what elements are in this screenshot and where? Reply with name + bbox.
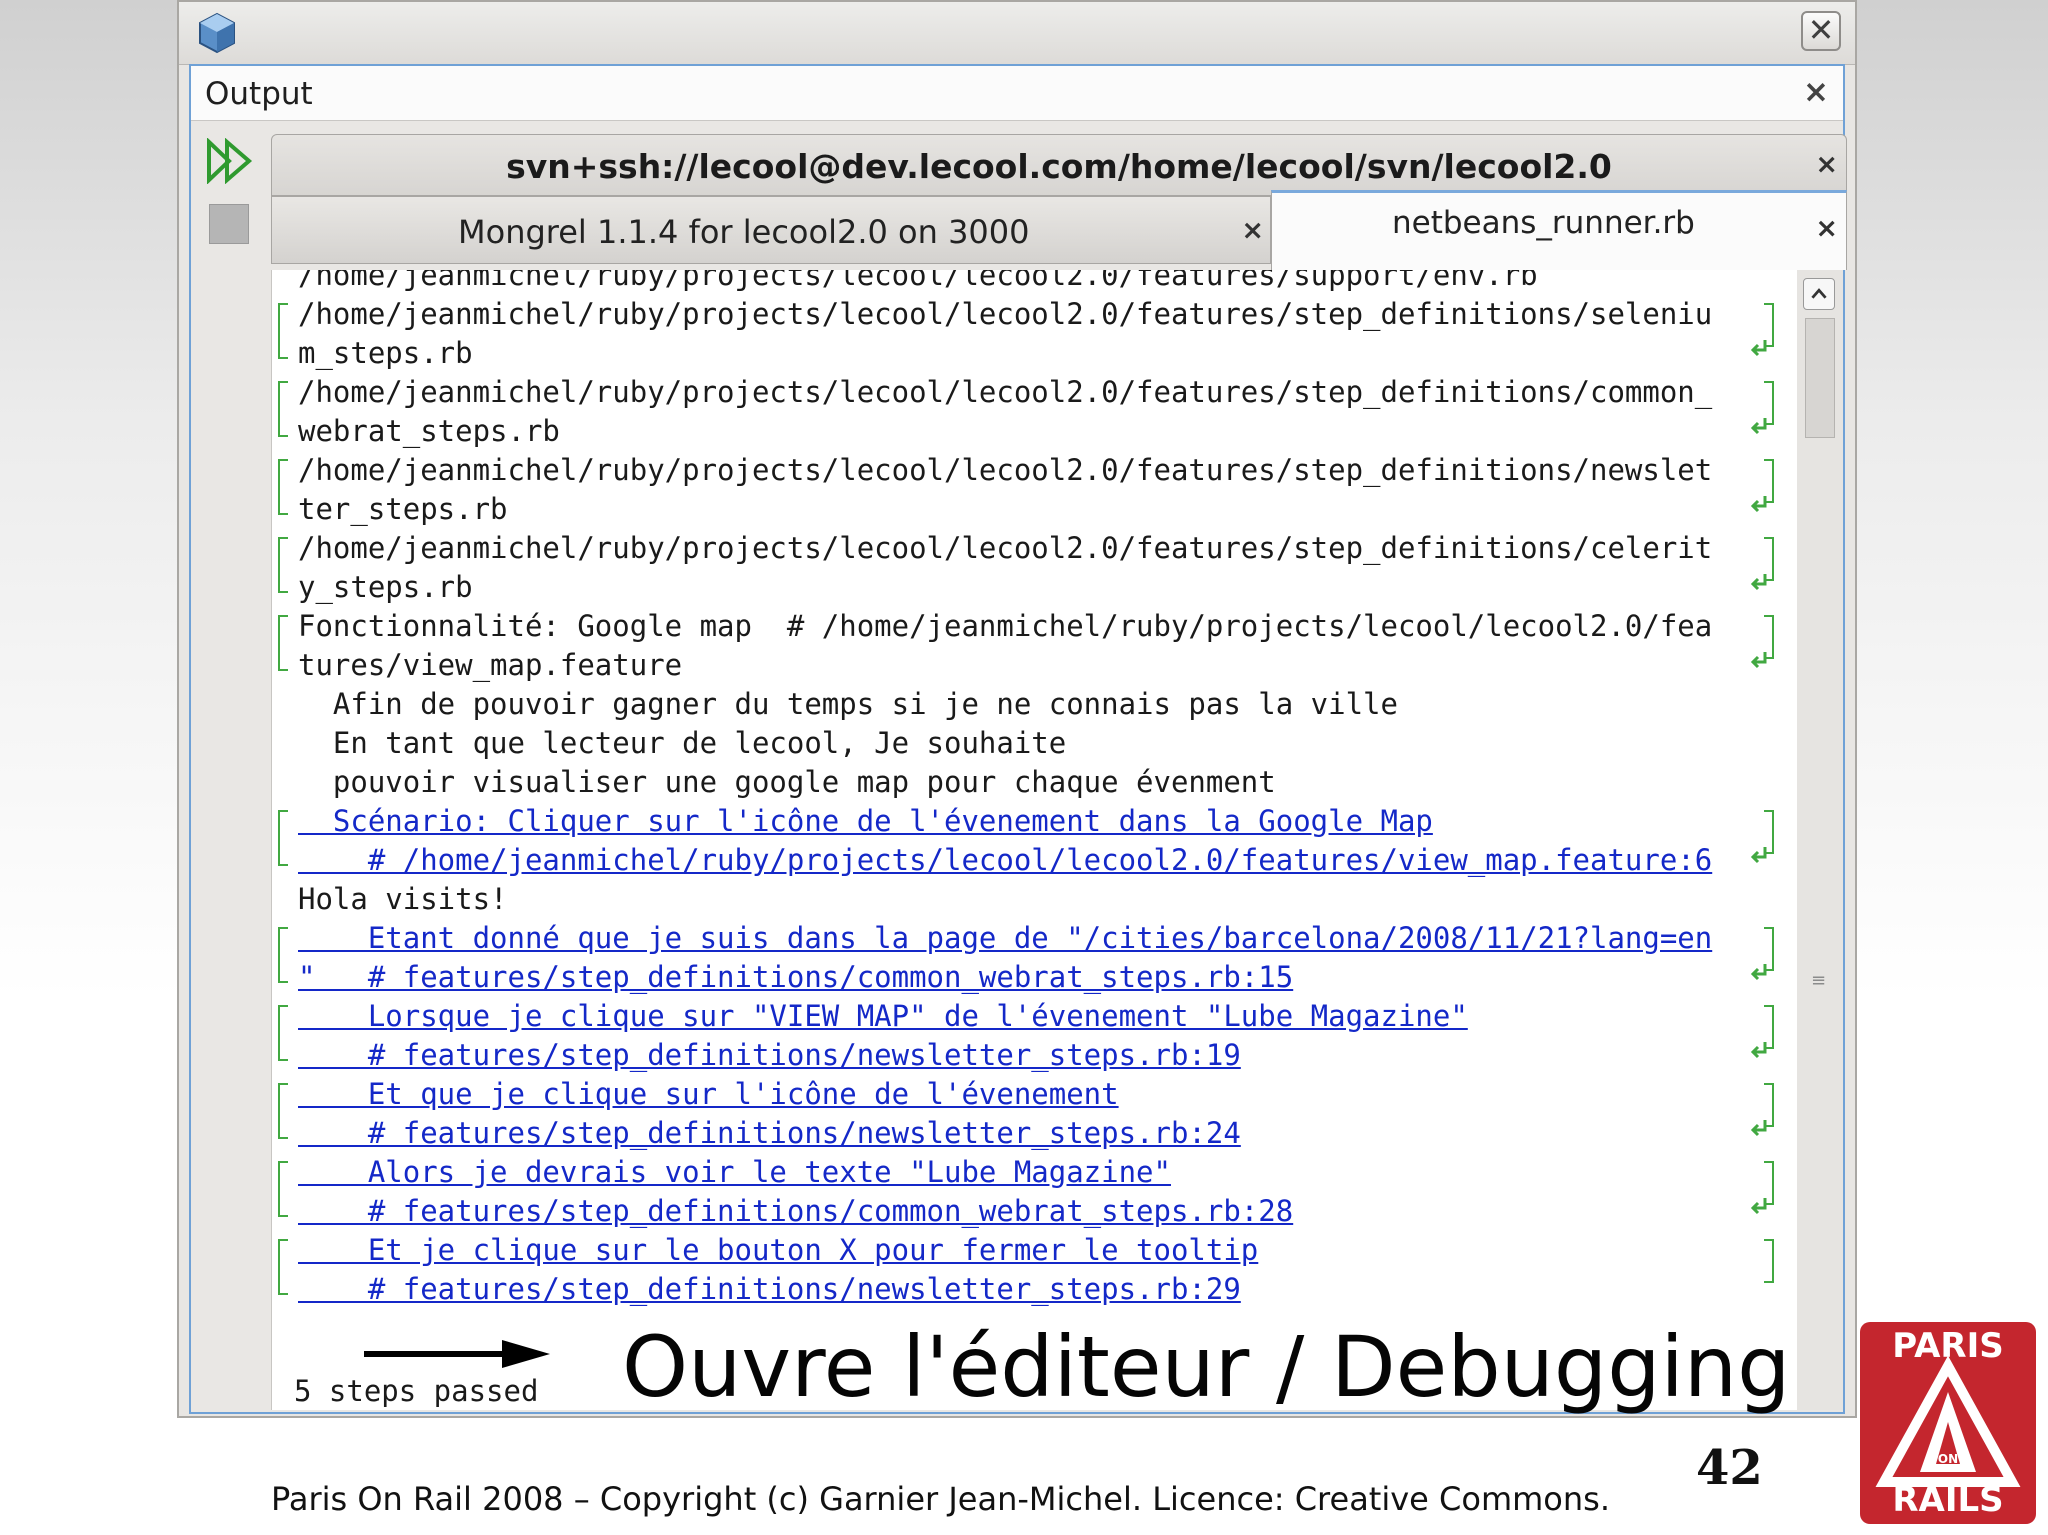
output-console[interactable]: /home/jeanmichel/ruby/projects/lecool/le… xyxy=(271,270,1798,1410)
tab-mongrel[interactable]: Mongrel 1.1.4 for lecool2.0 on 3000 × xyxy=(271,196,1271,264)
output-scrollbar[interactable]: ≡ xyxy=(1797,270,1843,1410)
output-link-line[interactable]: Lorsque je clique sur "VIEW MAP" de l'év… xyxy=(298,997,1468,1036)
wrap-bracket xyxy=(278,537,288,593)
wrap-bracket xyxy=(278,615,288,671)
output-line: Hola visits! xyxy=(298,882,508,916)
panel-title: Output xyxy=(205,76,313,112)
wrap-arrow-icon xyxy=(1750,340,1767,357)
steps-passed-summary: 5 steps passed xyxy=(294,1374,539,1408)
panel-close-button[interactable]: × xyxy=(1803,74,1829,110)
output-link-line[interactable]: Etant donné que je suis dans la page de … xyxy=(298,919,1712,958)
output-tabs: svn+ssh://lecool@dev.lecool.com/home/lec… xyxy=(271,134,1847,270)
output-link-line[interactable]: Et que je clique sur l'icône de l'évenem… xyxy=(298,1075,1119,1114)
wrap-bracket xyxy=(278,1239,288,1295)
ide-window: ✕ Output × svn+ssh://lecool@dev.lecool.c… xyxy=(177,0,1857,1418)
slide-headline: Ouvre l'éditeur / Debugging xyxy=(622,1318,1791,1416)
output-line: En tant que lecteur de lecool, Je souhai… xyxy=(298,726,1067,760)
output-link-line[interactable]: # features/step_definitions/common_webra… xyxy=(298,1192,1293,1231)
output-link-line[interactable]: " # features/step_definitions/common_web… xyxy=(298,958,1293,997)
output-toolbar xyxy=(191,122,275,1412)
slide-copyright: Paris On Rail 2008 – Copyright (c) Garni… xyxy=(271,1480,1610,1518)
output-line: y_steps.rb xyxy=(298,570,473,604)
tab-mongrel-label: Mongrel 1.1.4 for lecool2.0 on 3000 xyxy=(458,213,1030,251)
output-line: Afin de pouvoir gagner du temps si je ne… xyxy=(298,687,1398,721)
output-line: /home/jeanmichel/ruby/projects/lecool/le… xyxy=(298,375,1713,409)
scroll-thumb[interactable] xyxy=(1805,318,1835,438)
logo-middle-text: ON xyxy=(1937,1452,1959,1466)
wrap-bracket xyxy=(278,381,288,437)
wrap-arrow-icon xyxy=(1750,496,1767,513)
output-link-line[interactable]: Alors je devrais voir le texte "Lube Mag… xyxy=(298,1153,1171,1192)
wrap-bracket xyxy=(278,1161,288,1217)
wrap-arrow-icon xyxy=(1750,574,1767,591)
output-line: /home/jeanmichel/ruby/projects/lecool/le… xyxy=(298,270,1538,292)
tab-svn-close-button[interactable]: × xyxy=(1815,149,1838,180)
output-link-line[interactable]: # /home/jeanmichel/ruby/projects/lecool/… xyxy=(298,841,1712,880)
output-link-line[interactable]: Et je clique sur le bouton X pour fermer… xyxy=(298,1231,1258,1270)
output-panel: Output × svn+ssh://lecool@dev.lecool.com… xyxy=(189,64,1847,1414)
tab-netbeans-close-button[interactable]: × xyxy=(1815,213,1838,244)
wrap-arrow-icon xyxy=(1750,652,1767,669)
wrap-arrow-icon xyxy=(1750,418,1767,435)
arrow-right-icon xyxy=(364,1340,550,1368)
stop-icon[interactable] xyxy=(209,204,249,244)
output-link-line[interactable]: # features/step_definitions/newsletter_s… xyxy=(298,1036,1241,1075)
wrap-bracket xyxy=(278,1005,288,1061)
wrap-arrow-icon xyxy=(1750,964,1767,981)
wrap-arrow-icon xyxy=(1750,1198,1767,1215)
window-close-button[interactable]: ✕ xyxy=(1801,11,1841,51)
output-line: Fonctionnalité: Google map # /home/jeanm… xyxy=(298,609,1713,643)
logo-bottom-text: RAILS xyxy=(1892,1480,2004,1520)
slide-number: 42 xyxy=(1696,1440,1763,1496)
wrap-bracket xyxy=(278,1083,288,1139)
output-line: ter_steps.rb xyxy=(298,492,508,526)
output-link-line[interactable]: Scénario: Cliquer sur l'icône de l'évene… xyxy=(298,802,1433,841)
output-link-line[interactable]: # features/step_definitions/newsletter_s… xyxy=(298,1114,1241,1153)
output-line: /home/jeanmichel/ruby/projects/lecool/le… xyxy=(298,453,1713,487)
tab-netbeans-runner[interactable]: netbeans_runner.rb × xyxy=(1271,190,1847,270)
wrap-bracket xyxy=(278,927,288,983)
logo-top-text: PARIS xyxy=(1892,1326,2004,1366)
wrap-bracket xyxy=(278,303,288,359)
output-line: tures/view_map.feature xyxy=(298,648,683,682)
wrap-bracket xyxy=(278,459,288,515)
output-line: webrat_steps.rb xyxy=(298,414,560,448)
tab-mongrel-close-button[interactable]: × xyxy=(1241,215,1264,246)
wrap-bracket xyxy=(278,810,288,866)
paris-on-rails-logo: PARIS ON RAILS xyxy=(1860,1322,2036,1524)
rerun-icon[interactable] xyxy=(205,138,255,184)
output-panel-header: Output × xyxy=(191,66,1843,121)
tab-svn-label: svn+ssh://lecool@dev.lecool.com/home/lec… xyxy=(506,147,1612,186)
scroll-up-icon[interactable] xyxy=(1803,278,1835,310)
scroll-grip: ≡ xyxy=(1811,970,1827,991)
output-line: /home/jeanmichel/ruby/projects/lecool/le… xyxy=(298,531,1713,565)
wrap-arrow-icon xyxy=(1750,1042,1767,1059)
wrap-arrow-icon xyxy=(1750,847,1767,864)
app-cube-icon xyxy=(199,12,235,54)
window-titlebar: ✕ xyxy=(179,2,1855,65)
output-line: pouvoir visualiser une google map pour c… xyxy=(298,765,1276,799)
output-link-line[interactable]: # features/step_definitions/newsletter_s… xyxy=(298,1270,1241,1309)
wrap-bracket xyxy=(1764,1239,1774,1283)
tab-netbeans-label: netbeans_runner.rb xyxy=(1392,205,1695,241)
wrap-arrow-icon xyxy=(1750,1120,1767,1137)
output-line: /home/jeanmichel/ruby/projects/lecool/le… xyxy=(298,297,1713,331)
output-line: m_steps.rb xyxy=(298,336,473,370)
tab-svn[interactable]: svn+ssh://lecool@dev.lecool.com/home/lec… xyxy=(271,134,1847,196)
